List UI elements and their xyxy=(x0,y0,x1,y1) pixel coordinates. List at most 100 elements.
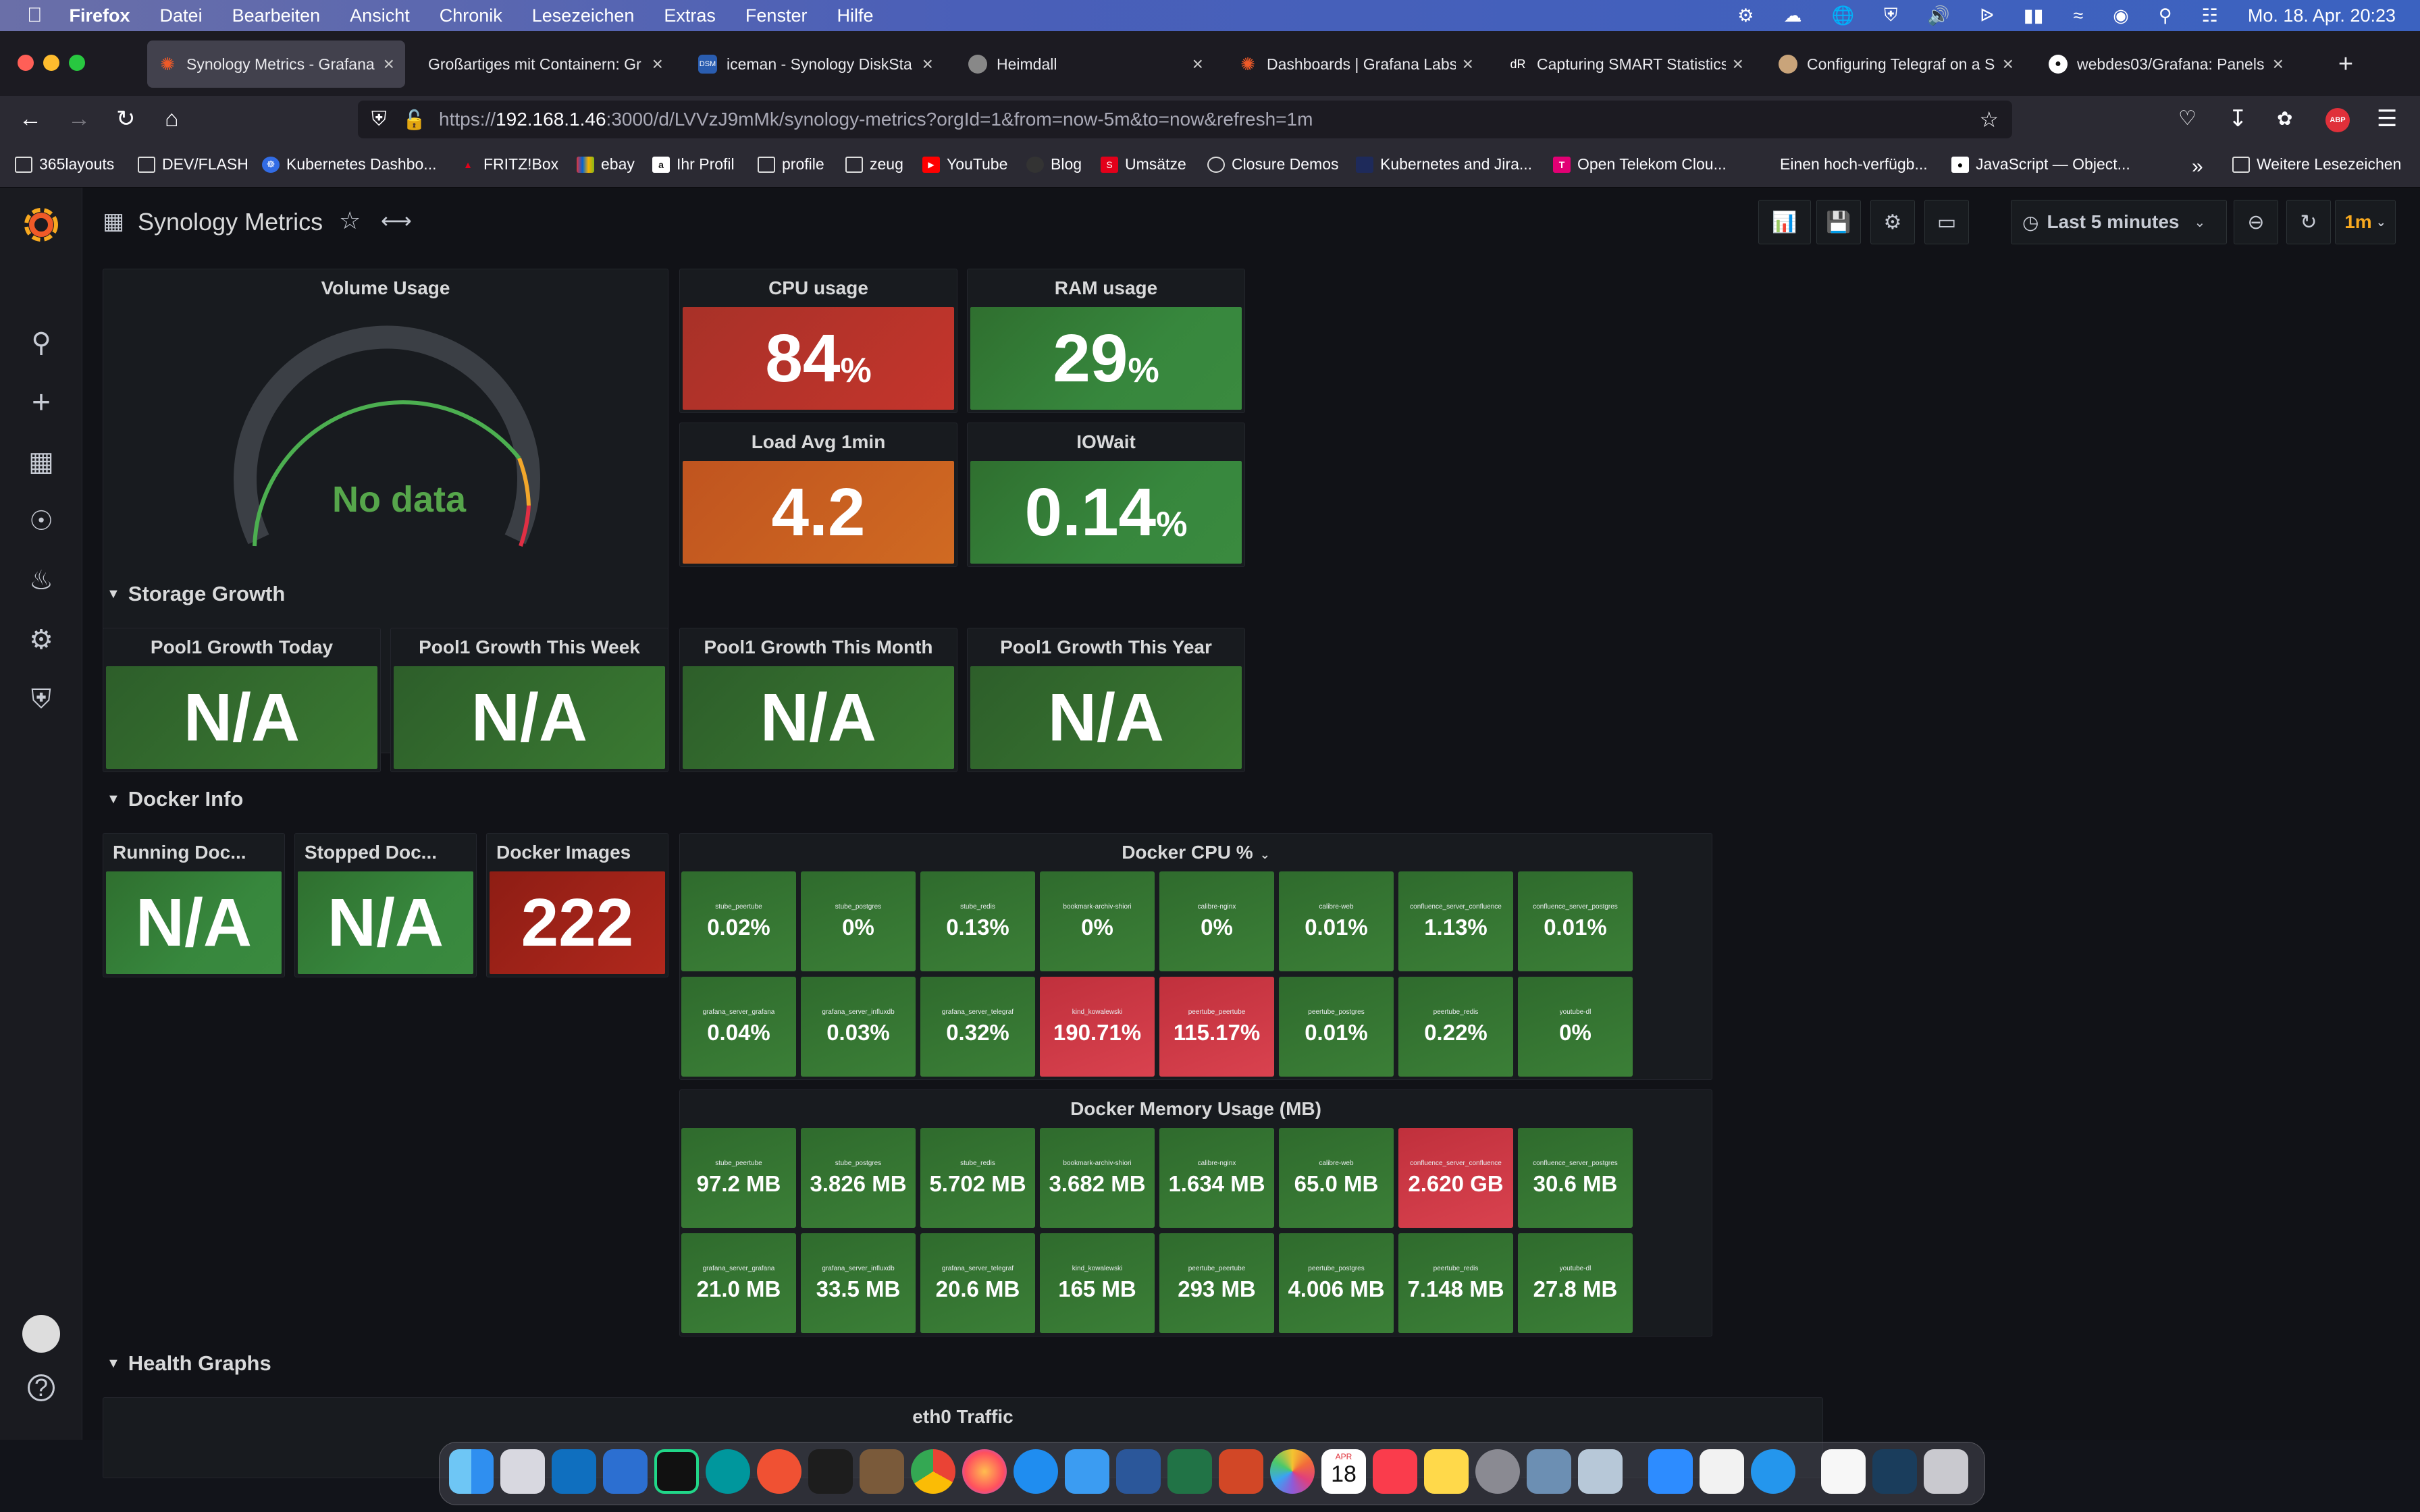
explore-compass-icon[interactable]: ☉ xyxy=(26,506,57,537)
tab-telegraf[interactable]: Configuring Telegraf on a S × xyxy=(1768,40,2024,88)
forward-arrow-icon[interactable]: → xyxy=(68,105,90,132)
launchpad-icon[interactable] xyxy=(500,1449,545,1494)
zoom-icon[interactable] xyxy=(1648,1449,1693,1494)
arduino-icon[interactable] xyxy=(706,1449,750,1494)
box-app-icon[interactable] xyxy=(1578,1449,1623,1494)
pool1-growth-week-panel[interactable]: Pool1 Growth This Week N/A xyxy=(390,628,668,772)
search-icon[interactable]: ⚲ xyxy=(26,327,57,358)
bookmark-blog[interactable]: Blog xyxy=(1026,155,1082,173)
url-bar[interactable]: ⛨ 🔓 https://192.168.1.46:3000/d/LVVzJ9mM… xyxy=(358,101,2012,138)
bookmark-hoch-verfuegbar[interactable]: Einen hoch-verfügb... xyxy=(1756,155,1928,173)
bookmarks-overflow-chevron-icon[interactable]: » xyxy=(2192,155,2203,178)
textedit-icon[interactable] xyxy=(1700,1449,1744,1494)
bluetooth-icon[interactable]: ᐉ xyxy=(1980,5,1994,26)
help-icon[interactable]: ? xyxy=(28,1374,55,1401)
spotlight-search-icon[interactable]: ⚲ xyxy=(2159,5,2172,26)
tab-close-icon[interactable]: × xyxy=(384,53,394,75)
dashboard-settings-button[interactable]: ⚙ xyxy=(1870,200,1915,244)
tab-close-icon[interactable]: × xyxy=(652,53,663,75)
screen-window-icon[interactable] xyxy=(1872,1449,1917,1494)
add-panel-button[interactable]: 📊 xyxy=(1758,200,1811,244)
terminal-icon[interactable] xyxy=(808,1449,853,1494)
window-zoom-button[interactable] xyxy=(69,55,85,71)
zoom-out-button[interactable]: ⊖ xyxy=(2234,200,2278,244)
refresh-interval-picker[interactable]: 1m ⌄ xyxy=(2335,200,2396,244)
tab-close-icon[interactable]: × xyxy=(1733,53,1743,75)
iowait-panel[interactable]: IOWait 0.14% xyxy=(967,423,1245,567)
menu-bearbeiten[interactable]: Bearbeiten xyxy=(232,5,321,26)
bookmark-ihr-profil[interactable]: a Ihr Profil xyxy=(652,155,735,173)
bookmark-kubernetes-jira[interactable]: Kubernetes and Jira... xyxy=(1356,155,1532,173)
menu-fenster[interactable]: Fenster xyxy=(745,5,808,26)
firefox-icon[interactable] xyxy=(962,1449,1007,1494)
cpu-usage-panel[interactable]: CPU usage 84% xyxy=(679,269,957,413)
bookmark-zeug[interactable]: zeug xyxy=(845,155,903,173)
tab-grafana-labs[interactable]: ✺ Dashboards | Grafana Labs × xyxy=(1228,40,1484,88)
bookmark-fritzbox[interactable]: ▲ FRITZ!Box xyxy=(459,155,558,173)
powerpoint-icon[interactable] xyxy=(1219,1449,1263,1494)
grafana-logo-icon[interactable] xyxy=(18,200,65,247)
notes-icon[interactable] xyxy=(1424,1449,1469,1494)
cycle-view-mode-button[interactable]: ▭ xyxy=(1924,200,1969,244)
home-icon[interactable]: ⌂ xyxy=(165,105,179,132)
extension-icon[interactable]: ✿ xyxy=(2277,105,2292,132)
menu-ansicht[interactable]: Ansicht xyxy=(350,5,410,26)
bookmark-open-telekom[interactable]: T Open Telekom Clou... xyxy=(1553,155,1727,173)
bookmark-365layouts[interactable]: 365layouts xyxy=(15,155,114,173)
alerting-bell-icon[interactable]: ♨ xyxy=(26,565,57,596)
trash-icon[interactable] xyxy=(1924,1449,1968,1494)
menu-extras[interactable]: Extras xyxy=(664,5,716,26)
running-docker-panel[interactable]: Running Doc... N/A xyxy=(103,833,285,977)
menubar-clock[interactable]: Mo. 18. Apr. 20:23 xyxy=(2248,5,2396,26)
window-minimize-button[interactable] xyxy=(43,55,59,71)
mail-icon[interactable] xyxy=(1065,1449,1109,1494)
reload-icon[interactable]: ↻ xyxy=(116,105,136,132)
globe-icon[interactable]: 🌐 xyxy=(1831,5,1854,26)
docker-images-panel[interactable]: Docker Images 222 xyxy=(486,833,668,977)
docker-cpu-panel[interactable]: Docker CPU % ⌄ stube_peertube 0.02% stube_p… xyxy=(679,833,1712,1080)
word-icon[interactable] xyxy=(1116,1449,1161,1494)
tracking-shield-icon[interactable]: ⛨ xyxy=(371,108,387,131)
photos-icon[interactable] xyxy=(1270,1449,1315,1494)
adblock-icon[interactable]: ABP xyxy=(2325,108,2350,132)
bookmark-kubernetes-dashboard[interactable]: ☸ Kubernetes Dashbo... xyxy=(262,155,436,173)
menu-datei[interactable]: Datei xyxy=(160,5,203,26)
ram-usage-panel[interactable]: RAM usage 29% xyxy=(967,269,1245,413)
preview-icon[interactable] xyxy=(1527,1449,1571,1494)
row-health-graphs[interactable]: ▼ Health Graphs xyxy=(107,1351,271,1376)
share-icon[interactable]: ⟷ xyxy=(381,208,412,234)
configuration-gear-icon[interactable]: ⚙ xyxy=(26,624,57,655)
menu-chronik[interactable]: Chronik xyxy=(440,5,502,26)
back-arrow-icon[interactable]: ← xyxy=(19,105,42,132)
bookmark-dev-flash[interactable]: DEV/FLASH xyxy=(138,155,248,173)
new-tab-button[interactable]: + xyxy=(2325,40,2366,88)
bookmark-star-icon[interactable]: ☆ xyxy=(1979,107,1999,132)
git-tool-icon[interactable] xyxy=(757,1449,801,1494)
tab-smart-statistics[interactable]: dR Capturing SMART Statistics × xyxy=(1498,40,1754,88)
hamburger-menu-icon[interactable]: ☰ xyxy=(2377,105,2397,132)
chrome-icon[interactable] xyxy=(911,1449,955,1494)
library-icon[interactable] xyxy=(860,1449,904,1494)
tab-container[interactable]: Großartiges mit Containern: Gr × xyxy=(417,40,674,88)
bookmark-umsaetze[interactable]: S Umsätze xyxy=(1101,155,1186,173)
tab-close-icon[interactable]: × xyxy=(922,53,933,75)
server-admin-shield-icon[interactable]: ⛨ xyxy=(26,684,57,715)
row-storage-growth[interactable]: ▼ Storage Growth xyxy=(107,582,285,606)
tab-iceman[interactable]: DSM iceman - Synology DiskSta × xyxy=(687,40,944,88)
bookmark-profile[interactable]: profile xyxy=(758,155,824,173)
apple-icon[interactable]:  xyxy=(27,4,43,27)
tab-heimdall[interactable]: Heimdall × xyxy=(957,40,1214,88)
calendar-icon[interactable]: APR 18 xyxy=(1321,1449,1366,1494)
time-picker-button[interactable]: ◷ Last 5 minutes ⌄ xyxy=(2011,200,2227,244)
menu-app-name[interactable]: Firefox xyxy=(70,5,130,26)
bookmark-weitere-lesezeichen[interactable]: Weitere Lesezeichen xyxy=(2232,155,2401,173)
pool1-growth-today-panel[interactable]: Pool1 Growth Today N/A xyxy=(103,628,381,772)
bookmark-youtube[interactable]: ▶ YouTube xyxy=(922,155,1007,173)
document-icon[interactable] xyxy=(1821,1449,1866,1494)
refresh-button[interactable]: ↻ xyxy=(2286,200,2331,244)
pool1-growth-year-panel[interactable]: Pool1 Growth This Year N/A xyxy=(967,628,1245,772)
row-docker-info[interactable]: ▼ Docker Info xyxy=(107,787,243,811)
pool1-growth-month-panel[interactable]: Pool1 Growth This Month N/A xyxy=(679,628,957,772)
vscode-icon[interactable] xyxy=(552,1449,596,1494)
music-icon[interactable] xyxy=(1373,1449,1417,1494)
